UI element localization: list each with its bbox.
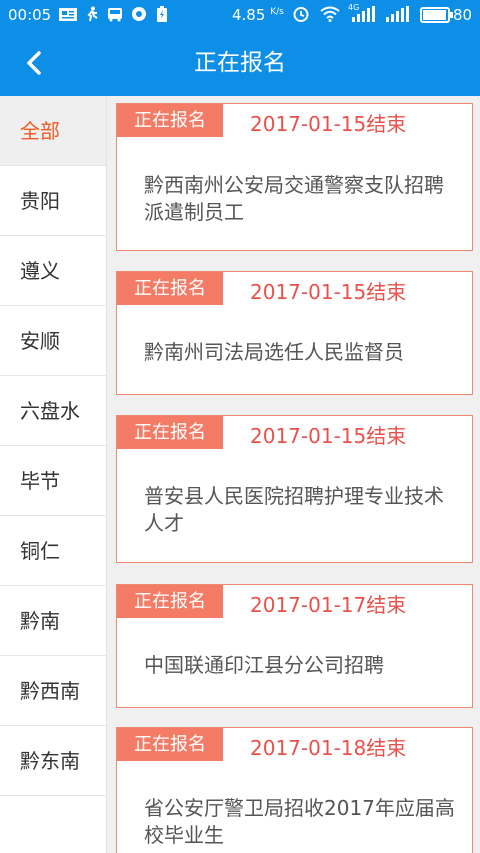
list-item[interactable]: 正在报名 2017-01-18结束 省公安厅警卫局招收2017年应届高校毕业生 [116, 727, 473, 853]
sidebar-item-all[interactable]: 全部 [0, 96, 106, 166]
back-icon[interactable] [18, 47, 50, 79]
end-date: 2017-01-15结束 [250, 112, 407, 136]
list-item[interactable]: 正在报名 2017-01-15结束 普安县人民医院招聘护理专业技术人才 [116, 415, 473, 563]
status-bar: 00:05 4.85 K/s 4G 80 [0, 0, 480, 30]
signal-icon [352, 6, 375, 22]
bus-icon [108, 8, 122, 22]
alarm-icon [293, 7, 309, 22]
end-date: 2017-01-17结束 [250, 593, 407, 617]
page-title: 正在报名 [194, 50, 286, 76]
status-badge: 正在报名 [117, 272, 223, 305]
item-title: 黔西南州公安局交通警察支队招聘派遣制员工 [144, 173, 444, 224]
item-title: 普安县人民医院招聘护理专业技术人才 [144, 484, 444, 535]
sidebar-item-guiyang[interactable]: 贵阳 [0, 166, 106, 236]
status-time: 00:05 [8, 6, 52, 24]
network-speed: 4.85 K/s [232, 6, 284, 24]
app-bar: 正在报名 [0, 30, 480, 96]
item-title: 黔南州司法局选任人民监督员 [144, 340, 404, 364]
list-item[interactable]: 正在报名 2017-01-15结束 黔南州司法局选任人民监督员 [116, 271, 473, 395]
sidebar-item-qianxinan[interactable]: 黔西南 [0, 656, 106, 726]
sidebar-item-qiandongnan[interactable]: 黔东南 [0, 726, 106, 796]
end-date: 2017-01-15结束 [250, 280, 407, 304]
item-title: 中国联通印江县分公司招聘 [144, 653, 384, 677]
sidebar-item-qiannan[interactable]: 黔南 [0, 586, 106, 656]
sidebar-item-tongren[interactable]: 铜仁 [0, 516, 106, 586]
list-item[interactable]: 正在报名 2017-01-15结束 黔西南州公安局交通警察支队招聘派遣制员工 [116, 103, 473, 251]
sidebar-item-zunyi[interactable]: 遵义 [0, 236, 106, 306]
signal-icon-2 [386, 6, 409, 22]
walk-icon [87, 6, 98, 22]
battery-icon [420, 7, 453, 23]
status-badge: 正在报名 [117, 585, 223, 618]
status-badge: 正在报名 [117, 416, 223, 449]
end-date: 2017-01-15结束 [250, 424, 407, 448]
news-icon [59, 8, 77, 21]
registration-list: 正在报名 2017-01-15结束 黔西南州公安局交通警察支队招聘派遣制员工 正… [107, 96, 480, 853]
status-badge: 正在报名 [117, 104, 223, 137]
sidebar-item-bijie[interactable]: 毕节 [0, 446, 106, 516]
list-item[interactable]: 正在报名 2017-01-17结束 中国联通印江县分公司招聘 [116, 584, 473, 708]
wifi-icon [320, 6, 340, 22]
app-notification-icon [132, 7, 146, 21]
charging-icon [157, 6, 167, 22]
sidebar-item-anshun[interactable]: 安顺 [0, 306, 106, 376]
item-title: 省公安厅警卫局招收2017年应届高校毕业生 [144, 796, 455, 847]
region-sidebar: 全部 贵阳 遵义 安顺 六盘水 毕节 铜仁 黔南 黔西南 黔东南 [0, 96, 107, 853]
sidebar-item-liupanshui[interactable]: 六盘水 [0, 376, 106, 446]
end-date: 2017-01-18结束 [250, 736, 407, 760]
status-badge: 正在报名 [117, 728, 223, 761]
battery-level: 80 [453, 6, 473, 24]
